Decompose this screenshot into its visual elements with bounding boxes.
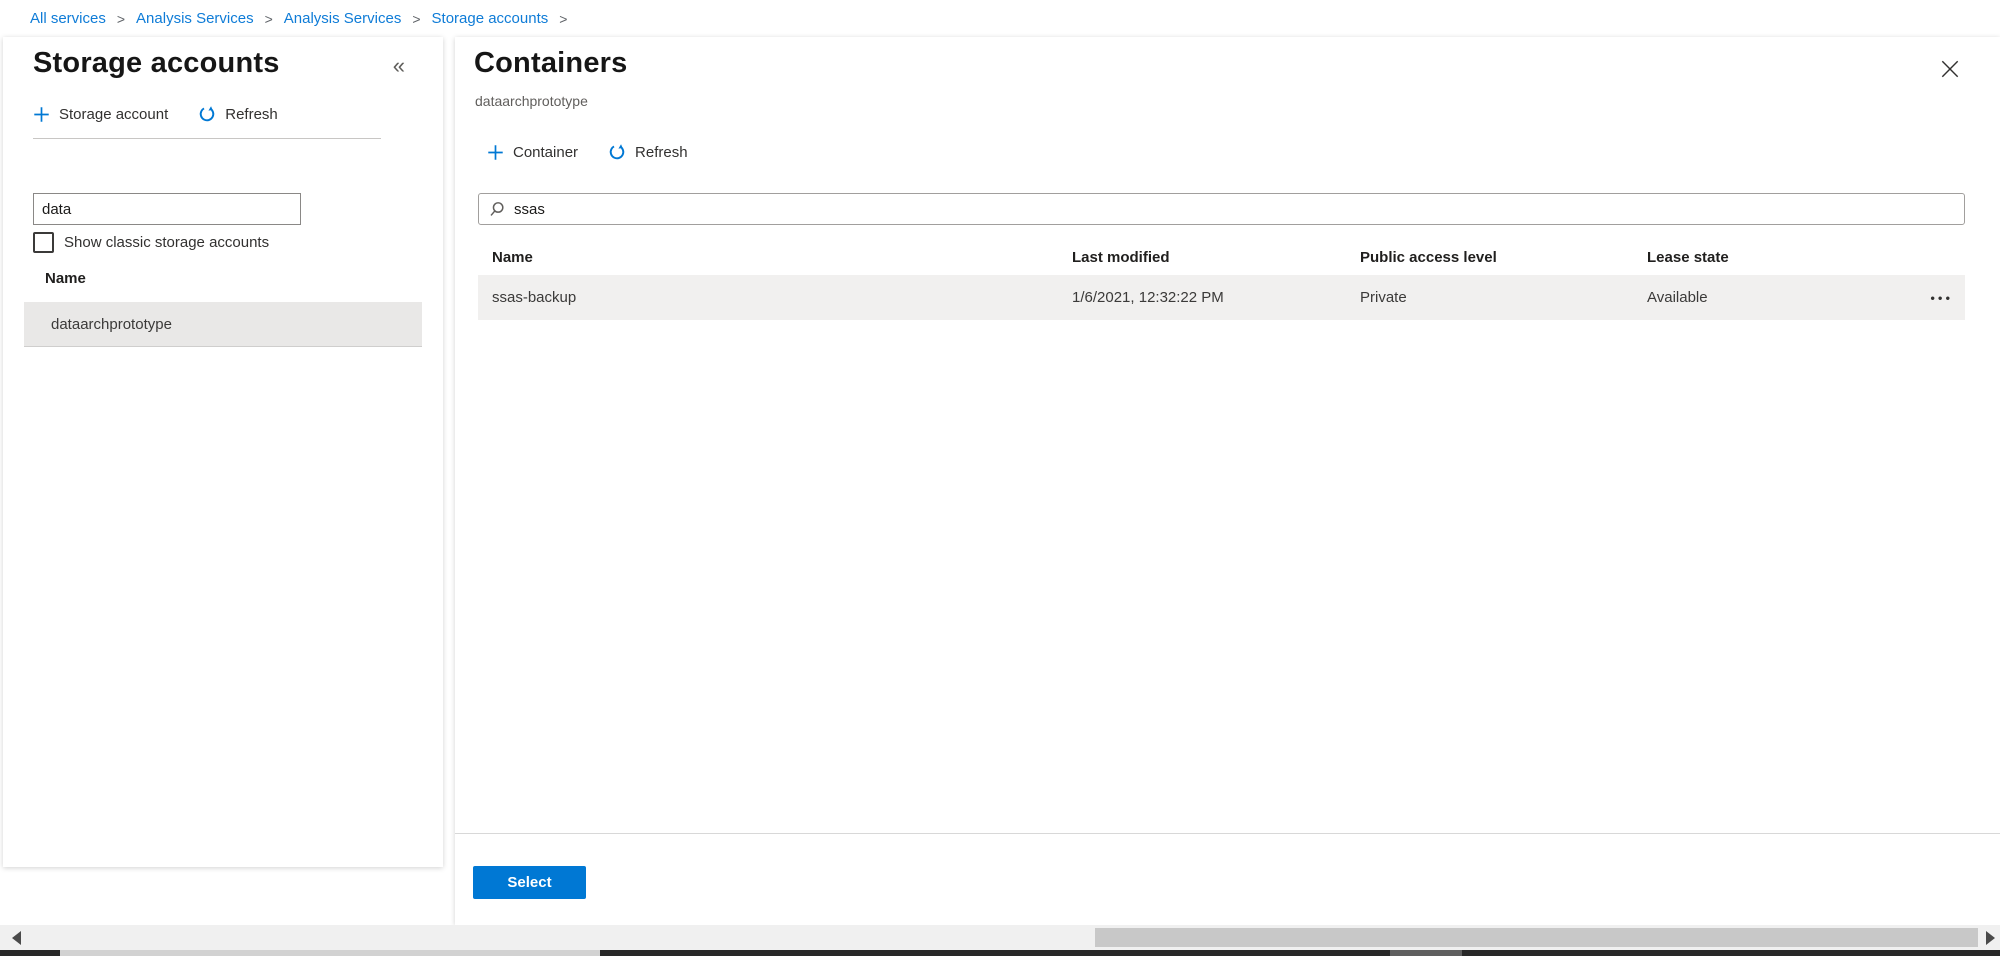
containers-panel: Containers dataarchprototype Container R… (455, 37, 2000, 925)
refresh-icon (198, 105, 216, 123)
refresh-label: Refresh (225, 105, 278, 123)
row-context-menu-button[interactable]: ••• (1930, 290, 1953, 305)
toolbar-divider (33, 138, 381, 139)
storage-account-row-selected[interactable]: dataarchprototype (24, 302, 422, 347)
breadcrumb-link-analysis-services-2[interactable]: Analysis Services (284, 10, 402, 27)
container-row[interactable]: ssas-backup 1/6/2021, 12:32:22 PM Privat… (478, 275, 1965, 320)
refresh-storage-accounts-button[interactable]: Refresh (198, 105, 278, 123)
column-header-name: Name (492, 248, 533, 266)
select-button[interactable]: Select (473, 866, 586, 899)
storage-account-filter-input[interactable] (33, 193, 301, 225)
chevron-double-left-icon: « (392, 53, 405, 78)
column-header-lease-state: Lease state (1647, 248, 1729, 266)
container-public-access-cell: Private (1360, 289, 1407, 306)
refresh-label: Refresh (635, 143, 688, 161)
plus-icon (33, 106, 50, 123)
show-classic-label: Show classic storage accounts (64, 234, 270, 251)
bottom-strip-segment (60, 950, 600, 956)
container-last-modified-cell: 1/6/2021, 12:32:22 PM (1072, 289, 1224, 306)
column-header-public-access-level: Public access level (1360, 248, 1497, 266)
show-classic-accounts-option[interactable]: Show classic storage accounts (33, 232, 269, 253)
breadcrumb-separator: > (116, 10, 126, 27)
horizontal-scrollbar[interactable] (0, 925, 2000, 950)
name-column-header: Name (45, 270, 86, 287)
containers-subtitle: dataarchprototype (475, 93, 588, 109)
breadcrumb-link-all-services[interactable]: All services (30, 10, 106, 27)
scroll-right-arrow-icon[interactable] (1986, 931, 1995, 945)
breadcrumb-link-storage-accounts[interactable]: Storage accounts (432, 10, 549, 27)
show-classic-checkbox[interactable] (33, 232, 54, 253)
breadcrumb-link-analysis-services-1[interactable]: Analysis Services (136, 10, 254, 27)
container-search-input[interactable] (514, 200, 1964, 218)
bottom-edge-strip (0, 950, 2000, 956)
storage-accounts-toolbar: Storage account Refresh (33, 105, 278, 123)
breadcrumb-separator: > (264, 10, 273, 27)
container-lease-state-cell: Available (1647, 289, 1708, 306)
breadcrumb-separator: > (412, 10, 421, 27)
breadcrumb: All services > Analysis Services > Analy… (0, 0, 2000, 37)
close-button[interactable] (1939, 57, 1963, 81)
add-container-label: Container (513, 143, 579, 161)
column-header-last-modified: Last modified (1072, 248, 1170, 266)
storage-accounts-title: Storage accounts (33, 47, 280, 79)
collapse-panel-button[interactable]: « (393, 55, 405, 77)
breadcrumb-separator: > (559, 10, 568, 27)
add-storage-account-label: Storage account (59, 105, 169, 123)
containers-table-header: Name Last modified Public access level L… (478, 240, 1965, 274)
container-name-cell: ssas-backup (492, 289, 577, 306)
add-container-button[interactable]: Container (487, 144, 578, 161)
bottom-strip-segment (1390, 950, 1462, 956)
plus-icon (487, 144, 504, 161)
scroll-left-arrow-icon[interactable] (12, 931, 21, 945)
search-icon (489, 201, 506, 218)
storage-accounts-panel: Storage accounts « Storage account Refre… (3, 37, 443, 867)
footer-divider (455, 833, 2000, 834)
more-icon: ••• (1930, 290, 1953, 305)
refresh-icon (608, 143, 626, 161)
close-icon (1939, 58, 1963, 80)
container-search-box[interactable] (478, 193, 1965, 225)
horizontal-scrollbar-thumb[interactable] (1095, 928, 1978, 947)
containers-toolbar: Container Refresh (487, 143, 688, 161)
add-storage-account-button[interactable]: Storage account (33, 106, 168, 123)
containers-title: Containers (474, 47, 628, 79)
refresh-containers-button[interactable]: Refresh (608, 143, 688, 161)
